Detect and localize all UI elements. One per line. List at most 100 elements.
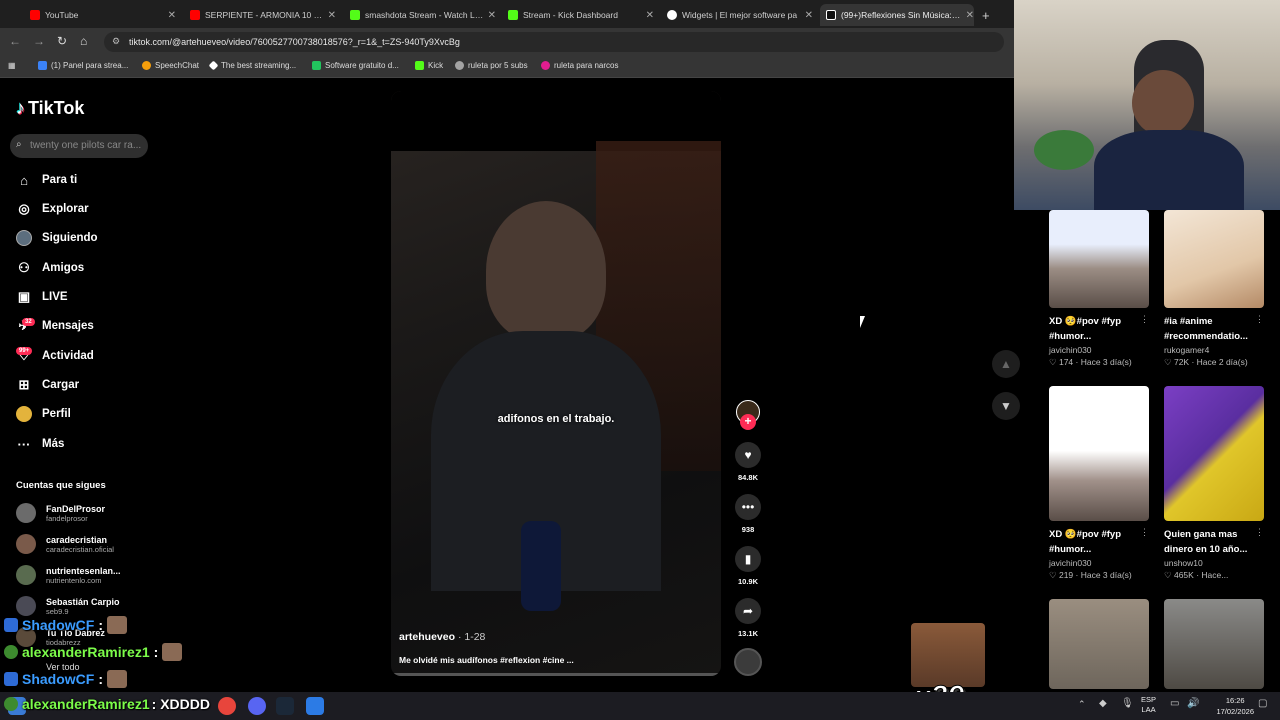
browser-tab-strip: YouTube ✕ SERPIENTE - ARMONIA 10 - Yo ✕ sm… xyxy=(0,0,1014,28)
steam-icon[interactable] xyxy=(276,697,294,715)
suggested-video-card[interactable] xyxy=(1164,599,1264,689)
chat-message: ShadowCF: xyxy=(4,616,128,634)
nav-cargar[interactable]: ⊞ Cargar xyxy=(16,377,80,393)
video-subtitle: adifonos en el trabajo. xyxy=(497,413,615,425)
reload-icon[interactable]: ↻ xyxy=(57,34,67,48)
app-icon[interactable] xyxy=(306,697,324,715)
more-options-icon[interactable]: ⋮ xyxy=(1140,527,1149,538)
more-options-icon[interactable]: ⋮ xyxy=(1140,314,1149,325)
tab-youtube[interactable]: YouTube ✕ xyxy=(30,4,176,26)
close-tab-icon[interactable]: ✕ xyxy=(966,10,974,21)
close-tab-icon[interactable]: ✕ xyxy=(488,10,496,21)
sound-disc-icon[interactable] xyxy=(734,648,762,676)
new-tab-button[interactable]: + xyxy=(982,4,998,26)
chevron-down-icon: ▼ xyxy=(1000,399,1012,413)
network-app-icon[interactable]: ◆ xyxy=(1099,698,1107,709)
notifications-icon[interactable]: ▢ xyxy=(1258,698,1267,709)
nav-siguiendo[interactable]: Siguiendo xyxy=(16,230,98,246)
nav-amigos[interactable]: ⚇ Amigos xyxy=(16,260,84,276)
bookmark-streaming[interactable]: The best streaming... xyxy=(208,60,296,71)
microphone-icon[interactable]: 🎙 xyxy=(1121,698,1134,709)
close-tab-icon[interactable]: ✕ xyxy=(328,10,336,21)
panel-icon xyxy=(38,61,47,70)
avatar xyxy=(16,503,36,523)
suggested-video-card[interactable] xyxy=(1049,599,1149,689)
site-info-icon[interactable]: ⚙ xyxy=(112,36,120,47)
apps-icon[interactable]: ▦ xyxy=(8,61,16,70)
suggested-video-card[interactable]: ⋮ Quien gana mas dinero en 10 año... uns… xyxy=(1164,386,1264,581)
more-options-icon[interactable]: ⋮ xyxy=(1255,527,1264,538)
share-icon: ➦ xyxy=(735,598,761,624)
home-icon[interactable]: ⌂ xyxy=(80,34,87,48)
nav-mas[interactable]: ··· Más xyxy=(16,436,65,452)
following-account[interactable]: Sebastián Carpio seb9.9 xyxy=(16,596,120,616)
kick-icon xyxy=(508,10,518,20)
suggested-video-card[interactable]: ⋮ #ia #anime #recommendatio... rukogamer… xyxy=(1164,210,1264,368)
bookmark-kick[interactable]: Kick xyxy=(415,61,443,70)
video-player[interactable]: adifonos en el trabajo. artehueveo · 1-2… xyxy=(391,91,721,676)
close-tab-icon[interactable]: ✕ xyxy=(168,10,176,21)
previous-video-button[interactable]: ▲ xyxy=(992,350,1020,378)
upload-icon: ⊞ xyxy=(18,377,30,392)
tab-serpiente[interactable]: SERPIENTE - ARMONIA 10 - Yo ✕ xyxy=(190,4,336,26)
search-input[interactable]: ⌕ twenty one pilots car ra... xyxy=(10,134,148,158)
compass-icon: ◎ xyxy=(18,201,30,216)
bookmark-software[interactable]: Software gratuito d... xyxy=(312,61,399,70)
live-icon: ▣ xyxy=(17,289,31,304)
youtube-icon xyxy=(190,10,200,20)
messages-badge: 32 xyxy=(22,318,35,326)
chrome-icon[interactable] xyxy=(218,697,236,715)
emote-icon xyxy=(162,643,183,661)
tab-tiktok[interactable]: (99+)Reflexiones Sin Música: La ✕ xyxy=(820,4,974,26)
chat-message: alexanderRamirez1: XDDDD xyxy=(4,696,210,712)
suggested-video-card[interactable]: ⋮ XD 🥺#pov #fyp #humor... javichin030 ♡ … xyxy=(1049,210,1149,368)
video-description[interactable]: Me olvidé mis audífonos #reflexion #cine… xyxy=(399,655,574,665)
like-button[interactable]: ♥ 84.8K xyxy=(734,442,762,482)
nav-live[interactable]: ▣ LIVE xyxy=(16,289,68,305)
more-options-icon[interactable]: ⋮ xyxy=(1255,314,1264,325)
volume-icon[interactable]: 🔊 xyxy=(1187,698,1199,709)
url-field[interactable]: ⚙ tiktok.com/@artehueveo/video/760052770… xyxy=(104,32,1004,52)
nav-para-ti[interactable]: ⌂ Para ti xyxy=(16,172,77,188)
close-tab-icon[interactable]: ✕ xyxy=(805,10,813,21)
back-icon[interactable]: ← xyxy=(9,34,21,48)
tab-smashdota[interactable]: smashdota Stream - Watch Live ✕ xyxy=(350,4,496,26)
bookmark-speechchat[interactable]: SpeechChat xyxy=(142,61,199,70)
following-account[interactable]: nutrientesenlan... nutrientenlo.com xyxy=(16,565,121,585)
tab-widgets[interactable]: Widgets | El mejor software pa ✕ xyxy=(667,4,813,26)
close-tab-icon[interactable]: ✕ xyxy=(646,10,654,21)
bookmark-ruleta-subs[interactable]: ruleta por 5 subs xyxy=(455,61,528,70)
suggested-video-card[interactable]: ⋮ XD 🥺#pov #fyp #humor... javichin030 ♡ … xyxy=(1049,386,1149,581)
comment-button[interactable]: ••• 938 xyxy=(734,494,762,534)
tray-chevron-icon[interactable]: ⌃ xyxy=(1078,699,1086,710)
nav-perfil[interactable]: Perfil xyxy=(16,406,71,422)
following-account[interactable]: FanDelProsor fandelprosor xyxy=(16,503,105,523)
discord-icon[interactable] xyxy=(248,697,266,715)
video-progress-bar[interactable] xyxy=(391,673,721,676)
language-indicator[interactable]: ESP LAA xyxy=(1141,695,1156,715)
forward-icon[interactable]: → xyxy=(33,34,45,48)
tiktok-note-icon: ♪ xyxy=(16,98,25,118)
following-account[interactable]: caradecristian caradecristian.oficial xyxy=(16,534,114,554)
display-icon[interactable]: ▭ xyxy=(1170,698,1179,709)
chat-message: ShadowCF: xyxy=(4,670,128,688)
video-thumbnail xyxy=(1164,386,1264,521)
next-video-button[interactable]: ▼ xyxy=(992,392,1020,420)
share-button[interactable]: ➦ 13.1K xyxy=(734,598,762,638)
bookmark-panel[interactable]: (1) Panel para strea... xyxy=(38,61,128,70)
video-thumbnail xyxy=(1049,386,1149,521)
bookmark-ruleta-narcos[interactable]: ruleta para narcos xyxy=(541,61,618,70)
clock[interactable]: 16:26 17/02/2026 xyxy=(1216,695,1254,717)
tiktok-logo[interactable]: ♪ TikTok xyxy=(16,98,84,119)
chat-badge-icon xyxy=(4,697,18,711)
nav-explorar[interactable]: ◎ Explorar xyxy=(16,201,88,217)
tiktok-icon xyxy=(826,10,836,20)
address-bar-row: ← → ↻ ⌂ ⚙ tiktok.com/@artehueveo/video/7… xyxy=(0,28,1014,56)
follow-plus-icon[interactable]: + xyxy=(740,414,756,430)
laughing-emote-icon xyxy=(911,623,985,687)
video-author[interactable]: artehueveo · 1-28 xyxy=(399,631,485,643)
widgets-icon xyxy=(667,10,677,20)
bookmark-button[interactable]: ▮ 10.9K xyxy=(734,546,762,586)
tab-kick-dashboard[interactable]: Stream - Kick Dashboard ✕ xyxy=(508,4,654,26)
home-icon: ⌂ xyxy=(20,172,28,188)
